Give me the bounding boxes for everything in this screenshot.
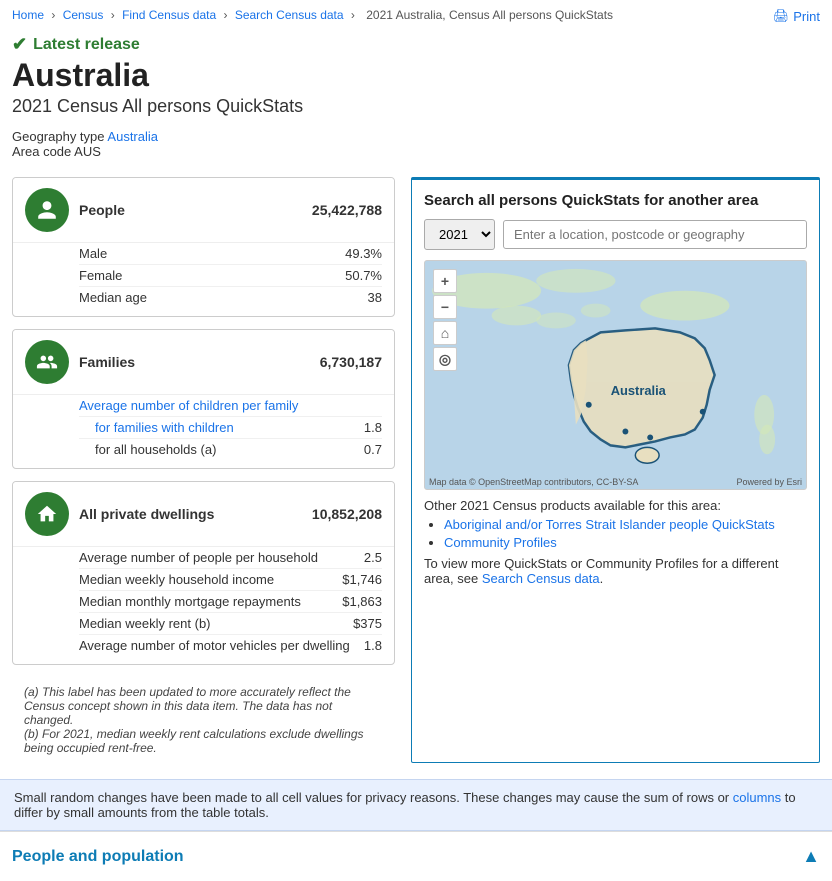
privacy-banner: Small random changes have been made to a… (0, 779, 832, 831)
dwellings-vehicles-row: Average number of motor vehicles per dwe… (79, 635, 382, 656)
latest-release-badge: ✔ Latest release (0, 30, 832, 55)
people-title: People (79, 202, 125, 218)
map-powered: Powered by Esri (736, 477, 802, 487)
families-all-households-row: for all households (a) 0.7 (79, 439, 382, 460)
dwellings-mortgage-row: Median monthly mortgage repayments $1,86… (79, 591, 382, 613)
right-panel: Search all persons QuickStats for anothe… (411, 177, 820, 763)
dwellings-rent-row: Median weekly rent (b) $375 (79, 613, 382, 635)
view-more-link[interactable]: Search Census data (482, 571, 600, 586)
dwellings-avg-people-row: Average number of people per household 2… (79, 547, 382, 569)
meta-info: Geography type Australia Area code AUS (0, 123, 832, 165)
families-title: Families (79, 354, 135, 370)
product-indigenous: Aboriginal and/or Torres Strait Islander… (444, 517, 807, 532)
note-b: (b) For 2021, median weekly rent calcula… (24, 727, 383, 755)
people-section: People 25,422,788 Male 49.3% Female 50.7… (12, 177, 395, 317)
families-section: Families 6,730,187 Average number of chi… (12, 329, 395, 469)
breadcrumb-current: 2021 Australia, Census All persons Quick… (366, 8, 613, 22)
product-indigenous-link[interactable]: Aboriginal and/or Torres Strait Islander… (444, 517, 775, 532)
printer-icon: 🖨 (773, 8, 790, 24)
notes-section: (a) This label has been updated to more … (12, 677, 395, 763)
chevron-up-icon: ▲ (802, 846, 820, 867)
note-a: (a) This label has been updated to more … (24, 685, 383, 727)
breadcrumb-find[interactable]: Find Census data (122, 8, 216, 22)
zoom-in-button[interactable]: + (433, 269, 457, 293)
breadcrumb: Home › Census › Find Census data › Searc… (0, 0, 629, 30)
left-panel: People 25,422,788 Male 49.3% Female 50.7… (12, 177, 395, 763)
search-panel-title: Search all persons QuickStats for anothe… (424, 192, 807, 209)
dwellings-icon (25, 492, 69, 536)
map-controls: + − ⌂ ◎ (433, 269, 457, 371)
other-products: Other 2021 Census products available for… (424, 498, 807, 550)
families-avg-children-row: Average number of children per family (79, 395, 382, 417)
check-icon: ✔ (12, 34, 27, 55)
product-community-link[interactable]: Community Profiles (444, 535, 557, 550)
search-bar: 2021 2016 2011 (424, 219, 807, 250)
breadcrumb-home[interactable]: Home (12, 8, 44, 22)
map-attribution: Map data © OpenStreetMap contributors, C… (429, 477, 638, 487)
families-main-value: 6,730,187 (320, 354, 382, 370)
dwellings-section: All private dwellings 10,852,208 Average… (12, 481, 395, 665)
area-code-label: Area code (12, 144, 71, 159)
view-more: To view more QuickStats or Community Pro… (424, 556, 807, 586)
year-select[interactable]: 2021 2016 2011 (424, 219, 495, 250)
other-products-label: Other 2021 Census products available for… (424, 498, 721, 513)
geography-type-label: Geography type (12, 129, 105, 144)
people-female-row: Female 50.7% (79, 265, 382, 287)
accordion-title: People and population (12, 848, 184, 866)
page-subtitle: 2021 Census All persons QuickStats (0, 94, 832, 123)
location-input[interactable] (503, 220, 807, 249)
people-main-value: 25,422,788 (312, 202, 382, 218)
dwellings-title: All private dwellings (79, 506, 214, 522)
breadcrumb-census[interactable]: Census (63, 8, 104, 22)
layers-button[interactable]: ◎ (433, 347, 457, 371)
area-code-value: AUS (74, 144, 101, 159)
people-icon (25, 188, 69, 232)
breadcrumb-search[interactable]: Search Census data (235, 8, 344, 22)
svg-text:Australia: Australia (611, 383, 667, 398)
map-container: Australia + − ⌂ ◎ Map data © OpenStreetM… (424, 260, 807, 490)
page-title: Australia (0, 55, 832, 94)
families-icon (25, 340, 69, 384)
print-button[interactable]: 🖨 Print (773, 8, 820, 24)
families-with-children-row: for families with children 1.8 (79, 417, 382, 439)
people-median-age-row: Median age 38 (79, 287, 382, 308)
dwellings-median-income-row: Median weekly household income $1,746 (79, 569, 382, 591)
zoom-out-button[interactable]: − (433, 295, 457, 319)
dwellings-main-value: 10,852,208 (312, 506, 382, 522)
geography-type-value[interactable]: Australia (107, 129, 158, 144)
home-button[interactable]: ⌂ (433, 321, 457, 345)
people-population-accordion[interactable]: People and population ▲ (0, 831, 832, 881)
people-male-row: Male 49.3% (79, 243, 382, 265)
product-community: Community Profiles (444, 535, 807, 550)
